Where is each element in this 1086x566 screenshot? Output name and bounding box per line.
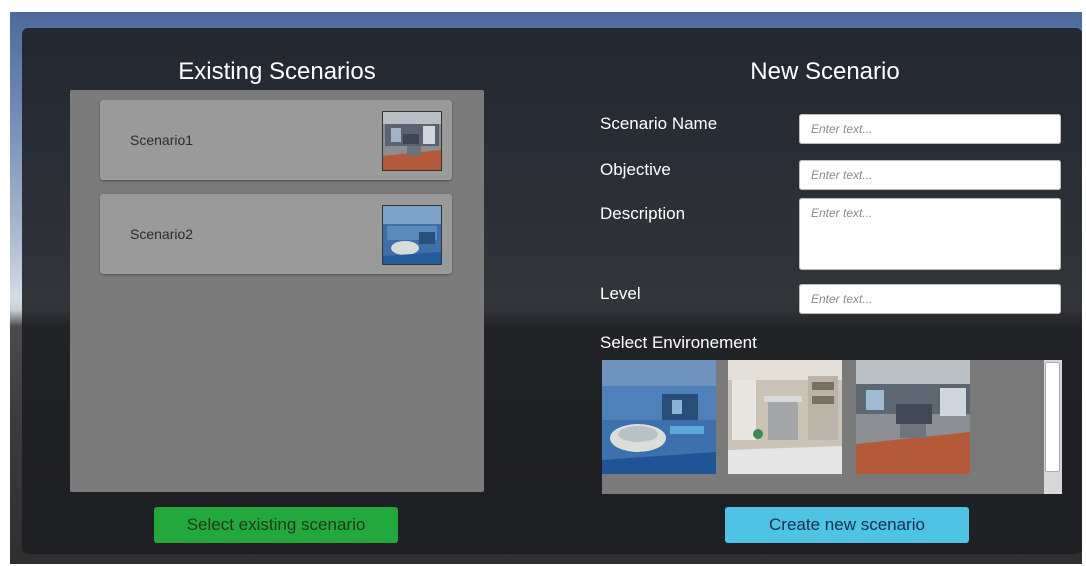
select-environment-label: Select Environement [600,333,757,352]
objective-label: Objective [600,160,671,179]
description-label: Description [600,204,686,223]
scenario-list-item[interactable]: Scenario1 [100,100,452,180]
scenario-name: Scenario2 [130,226,194,242]
scenario-name: Scenario1 [130,132,194,148]
description-input[interactable] [799,198,1061,270]
scrollbar-handle[interactable] [1045,362,1060,472]
scenario-name-input[interactable] [799,114,1061,144]
blue-lab-thumbnail [382,205,442,265]
environment-scrollbar[interactable] [1044,360,1062,494]
scenario-name-label: Scenario Name [600,114,718,133]
new-scenario-title: New Scenario [750,58,900,85]
white-lab-environment-thumbnail[interactable] [728,360,842,474]
level-label: Level [600,284,641,303]
select-existing-scenario-button[interactable]: Select existing scenario [154,507,398,543]
existing-scenarios-title: Existing Scenarios [178,58,376,85]
lab-room-thumbnail [382,111,442,171]
create-new-scenario-button[interactable]: Create new scenario [725,507,969,543]
blue-lab-environment-thumbnail[interactable] [602,360,716,474]
objective-input[interactable] [799,160,1061,190]
environment-gallery[interactable] [602,360,1062,494]
brick-lab-environment-thumbnail[interactable] [856,360,970,474]
scenario-list-item[interactable]: Scenario2 [100,194,452,274]
level-input[interactable] [799,284,1061,314]
